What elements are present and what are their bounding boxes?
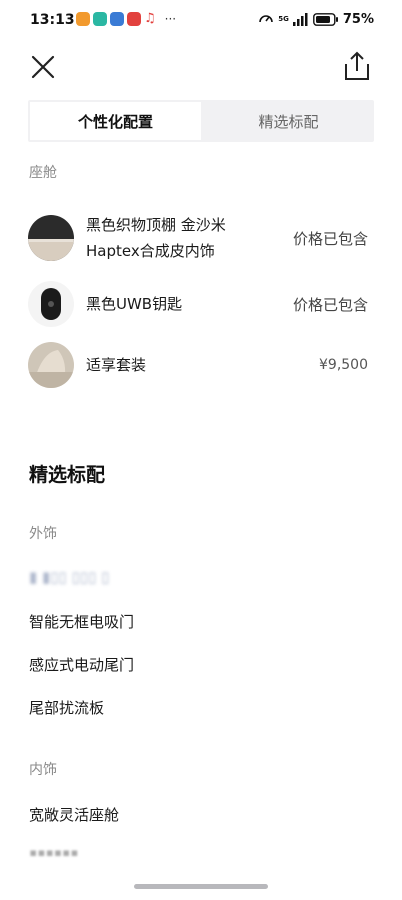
config-item: 黑色织物顶棚 金沙米Haptex合成皮内饰 价格已包含 bbox=[28, 212, 374, 264]
section-label-cabin: 座舱 bbox=[29, 165, 57, 181]
speed-icon bbox=[259, 15, 274, 23]
item-price: 价格已包含 bbox=[292, 295, 368, 314]
config-tabs: 个性化配置 精选标配 bbox=[28, 100, 374, 142]
feature-item: 宽敞灵活座舱 bbox=[29, 806, 120, 824]
battery-percent: 75% bbox=[342, 11, 374, 27]
music-note-icon: ♫ bbox=[144, 11, 156, 26]
signal-icon bbox=[292, 12, 308, 26]
system-indicators: 5G 75% bbox=[258, 11, 374, 27]
feature-item-cutoff: ▮▮▮▮▮▮ bbox=[29, 846, 79, 856]
tab-standard[interactable]: 精选标配 bbox=[203, 100, 374, 142]
more-notifications-icon: ··· bbox=[164, 12, 177, 26]
comfort-package-thumbnail bbox=[28, 342, 74, 388]
top-bar bbox=[0, 40, 402, 92]
status-bar: 13:13 ♫ ··· 5G 75% bbox=[0, 0, 402, 40]
share-button[interactable] bbox=[342, 50, 372, 82]
home-indicator[interactable] bbox=[134, 884, 268, 889]
item-name: 黑色UWB钥匙 bbox=[86, 295, 183, 313]
section-label-interior: 内饰 bbox=[29, 762, 57, 778]
key-image bbox=[28, 281, 74, 327]
item-price: ¥9,500 bbox=[319, 357, 368, 373]
interior-trim-thumbnail bbox=[28, 215, 74, 261]
feature-item: 感应式电动尾门 bbox=[29, 656, 135, 674]
trim-swatch-image bbox=[28, 215, 74, 261]
share-icon bbox=[345, 51, 369, 80]
tab-personalized[interactable]: 个性化配置 bbox=[30, 102, 201, 140]
item-price: 价格已包含 bbox=[292, 229, 368, 248]
config-item: 黑色UWB钥匙 价格已包含 bbox=[28, 281, 374, 327]
section-label-exterior: 外饰 bbox=[29, 526, 57, 542]
package-image bbox=[28, 342, 74, 388]
standard-features-title: 精选标配 bbox=[29, 464, 106, 486]
app-notification-icon bbox=[76, 12, 90, 26]
close-icon bbox=[31, 55, 55, 79]
app-notification-icon bbox=[93, 12, 107, 26]
battery-icon bbox=[312, 12, 338, 26]
feature-item: 智能无框电吸门 bbox=[29, 613, 135, 631]
notification-icons: ♫ ··· bbox=[76, 12, 176, 26]
app-notification-icon bbox=[127, 12, 141, 26]
feature-item-obscured: ▮ ▮▯▯ ▯▯▯ ▯ bbox=[29, 568, 110, 586]
network-type: 5G bbox=[278, 15, 289, 23]
item-name: 适享套装 bbox=[86, 356, 147, 374]
close-button[interactable] bbox=[28, 52, 58, 82]
status-time: 13:13 bbox=[30, 12, 75, 28]
app-notification-icon bbox=[110, 12, 124, 26]
feature-item: 尾部扰流板 bbox=[29, 699, 105, 717]
uwb-key-thumbnail bbox=[28, 281, 74, 327]
item-name: 黑色织物顶棚 金沙米Haptex合成皮内饰 bbox=[86, 216, 226, 260]
config-item: 适享套装 ¥9,500 bbox=[28, 342, 374, 388]
